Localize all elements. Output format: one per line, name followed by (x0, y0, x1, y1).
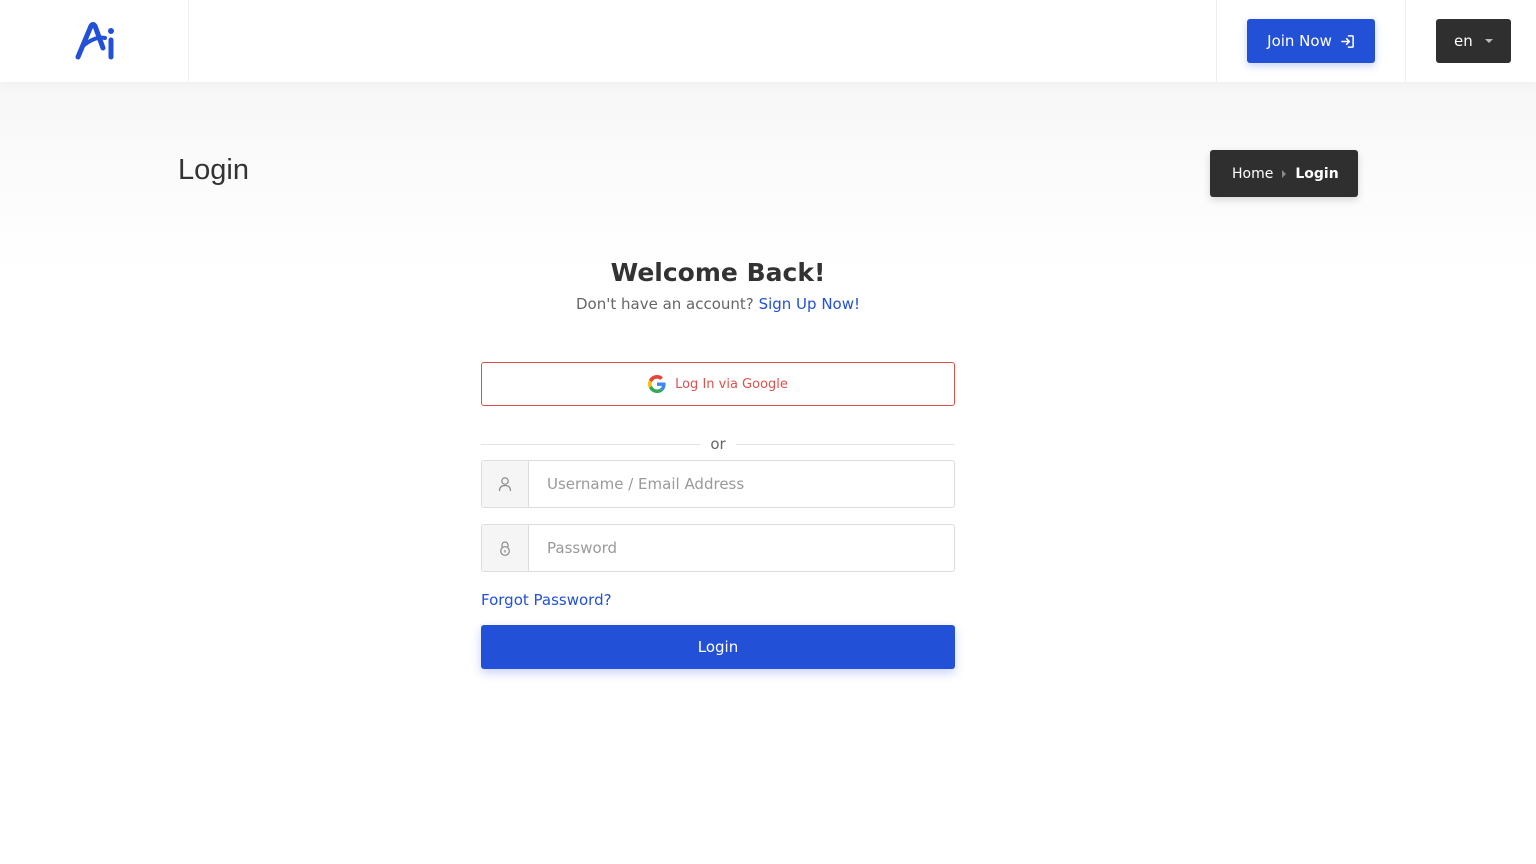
chevron-right-icon (1282, 169, 1287, 178)
breadcrumb: Home Login (1210, 150, 1358, 197)
forgot-password-link[interactable]: Forgot Password? (481, 591, 612, 609)
password-input[interactable] (529, 525, 954, 571)
or-divider: or (481, 434, 956, 454)
google-login-button[interactable]: Log In via Google (481, 362, 955, 406)
join-now-button[interactable]: Join Now (1247, 19, 1375, 63)
divider-line-left (481, 443, 701, 445)
site-logo[interactable] (75, 22, 117, 60)
join-now-label: Join Now (1267, 32, 1332, 50)
welcome-heading: Welcome Back! (610, 258, 826, 287)
username-input[interactable] (529, 461, 954, 507)
language-dropdown[interactable]: en (1436, 19, 1511, 63)
page-title: Login (178, 154, 249, 186)
google-icon (648, 375, 666, 393)
user-icon (498, 477, 512, 492)
or-text: or (710, 435, 726, 453)
caret-down-icon (1485, 39, 1493, 43)
login-arrow-icon (1340, 34, 1354, 48)
logo-cell (0, 0, 189, 82)
language-value: en (1454, 32, 1473, 50)
divider-line-right (735, 443, 956, 445)
breadcrumb-current: Login (1295, 165, 1339, 182)
login-submit-button[interactable]: Login (481, 625, 955, 669)
signup-prompt: Don't have an account? Sign Up Now! (481, 295, 955, 313)
username-group (481, 460, 955, 508)
username-addon (482, 461, 529, 507)
lock-icon (500, 541, 510, 556)
top-navbar: Join Now en (0, 0, 1536, 82)
google-login-label: Log In via Google (675, 376, 788, 392)
no-account-text: Don't have an account? (576, 295, 754, 313)
password-addon (482, 525, 529, 571)
password-group (481, 524, 955, 572)
signup-link[interactable]: Sign Up Now! (759, 295, 860, 313)
breadcrumb-home-link[interactable]: Home (1232, 166, 1273, 182)
join-cell: Join Now (1216, 0, 1406, 82)
